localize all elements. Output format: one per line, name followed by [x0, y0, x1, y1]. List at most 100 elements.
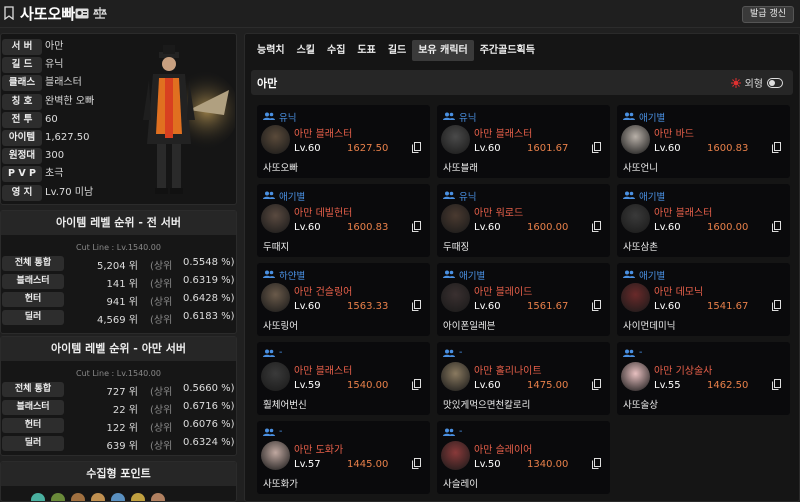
- rank-value: 141 위: [106, 279, 138, 290]
- character-card[interactable]: 유닉 아만 블래스터 Lv.60 1627.50 사또오빠: [257, 105, 430, 178]
- orpheus-star-icon[interactable]: [131, 493, 145, 501]
- character-card[interactable]: - 아만 슬레이어 Lv.50 1340.00 사슬레이: [437, 421, 610, 494]
- island-heart-icon[interactable]: [31, 493, 45, 501]
- character-avatar: [261, 362, 290, 391]
- world-tree-leaf-icon[interactable]: [151, 493, 165, 501]
- copy-icon[interactable]: [412, 142, 421, 153]
- rank-percent: 0.6428 %): [183, 293, 235, 304]
- profile-value: 300: [45, 150, 65, 162]
- character-guild: 하얀별: [279, 271, 306, 282]
- copy-icon[interactable]: [772, 379, 781, 390]
- copy-icon[interactable]: [592, 379, 601, 390]
- rank-percent: 0.6319 %): [183, 275, 235, 286]
- tab-2[interactable]: 수집: [321, 40, 351, 61]
- character-card[interactable]: 하얀별 아만 건슬링어 Lv.60 1563.33 사또링어: [257, 263, 430, 336]
- character-level: Lv.60: [654, 301, 681, 312]
- character-guild: -: [459, 347, 463, 358]
- profile-label: 전 투: [2, 111, 42, 128]
- character-level: Lv.60: [294, 301, 321, 312]
- character-avatar: [261, 204, 290, 233]
- character-card[interactable]: 애기별 아만 블래스터 Lv.60 1600.00 사또삼촌: [617, 184, 790, 257]
- character-item-level: 1600.83: [707, 143, 749, 154]
- copy-icon[interactable]: [412, 300, 421, 311]
- tab-0[interactable]: 능력치: [251, 40, 291, 61]
- character-name-label: 맛있게먹으면천칼로리: [443, 400, 531, 411]
- copy-icon[interactable]: [592, 458, 601, 469]
- giant-heart-icon[interactable]: [91, 493, 105, 501]
- copy-icon[interactable]: [772, 142, 781, 153]
- copy-icon[interactable]: [592, 221, 601, 232]
- character-card[interactable]: 애기별 아만 데모닉 Lv.60 1541.67 사이먼데미닉: [617, 263, 790, 336]
- character-card[interactable]: - 아만 도화가 Lv.57 1445.00 사또화가: [257, 421, 430, 494]
- character-card[interactable]: 유닉 아만 워로드 Lv.60 1600.00 두때징: [437, 184, 610, 257]
- character-name-label: 훨체어번신: [263, 400, 307, 411]
- rank-value: 639 위: [106, 441, 138, 452]
- character-card[interactable]: 애기별 아만 바드 Lv.60 1600.83 사또언니: [617, 105, 790, 178]
- character-card[interactable]: 애기별 아만 블레이드 Lv.60 1561.67 아이폰일레븐: [437, 263, 610, 336]
- character-level: Lv.60: [654, 143, 681, 154]
- seed-icon[interactable]: [51, 493, 65, 501]
- id-card-icon[interactable]: [75, 8, 89, 19]
- bookmark-icon[interactable]: [4, 6, 14, 20]
- copy-icon[interactable]: [772, 300, 781, 311]
- character-guild: 유닉: [459, 192, 477, 203]
- copy-icon[interactable]: [412, 379, 421, 390]
- character-item-level: 1445.00: [347, 459, 389, 470]
- character-guild: 애기별: [639, 192, 666, 203]
- character-name-label: 사슬레이: [443, 479, 478, 490]
- copy-icon[interactable]: [412, 221, 421, 232]
- character-guild: -: [639, 347, 643, 358]
- tab-3[interactable]: 도표: [351, 40, 381, 61]
- copy-icon[interactable]: [772, 221, 781, 232]
- character-level: Lv.60: [474, 301, 501, 312]
- profile-label: 아이템: [2, 130, 42, 146]
- rank-percent: 0.6076 %): [183, 419, 235, 430]
- character-level: Lv.60: [294, 222, 321, 233]
- art-icon[interactable]: [71, 493, 85, 501]
- rank-all-cutline: Cut Line : Lv.1540.00: [76, 243, 161, 252]
- character-name-label: 사또블래: [443, 163, 478, 174]
- guild-members-icon: [623, 112, 635, 120]
- character-level: Lv.59: [294, 380, 321, 391]
- guild-members-icon: [263, 191, 275, 199]
- character-card[interactable]: 유닉 아만 블래스터 Lv.60 1601.67 사또블래: [437, 105, 610, 178]
- appearance-toggle[interactable]: 외형: [730, 75, 783, 90]
- tab-1[interactable]: 스킬: [291, 40, 321, 61]
- rank-top-label: (상위: [150, 297, 173, 308]
- rank-server-title: 아이템 레벨 순위 - 아만 서버: [1, 337, 236, 361]
- copy-icon[interactable]: [592, 142, 601, 153]
- scale-icon[interactable]: [93, 6, 107, 20]
- rank-all-servers-panel: 아이템 레벨 순위 - 전 서버 Cut Line : Lv.1540.00 전…: [0, 210, 237, 334]
- character-card[interactable]: 애기별 아만 데빌헌터 Lv.60 1600.83 두때지: [257, 184, 430, 257]
- character-name-label: 사또링어: [263, 321, 298, 332]
- profile-label: 영 지: [2, 184, 42, 201]
- rank-value: 122 위: [106, 423, 138, 434]
- tab-5[interactable]: 보유 캐릭터: [412, 40, 474, 61]
- character-card[interactable]: - 아만 기상술사 Lv.55 1462.50 사또술상: [617, 342, 790, 415]
- character-item-level: 1462.50: [707, 380, 749, 391]
- rank-top-label: (상위: [150, 315, 173, 326]
- sun-icon: [730, 77, 741, 88]
- character-card[interactable]: - 아만 블래스터 Lv.59 1540.00 훨체어번신: [257, 342, 430, 415]
- rank-top-label: (상위: [150, 279, 173, 290]
- rank-top-label: (상위: [150, 423, 173, 434]
- rank-value: 4,569 위: [96, 315, 138, 326]
- copy-icon[interactable]: [412, 458, 421, 469]
- toggle-switch-icon[interactable]: [767, 77, 783, 88]
- character-card-grid: 유닉 아만 블래스터 Lv.60 1627.50 사또오빠 유닉 아만 블래스터 Lv.60 1…: [257, 105, 797, 499]
- tab-4[interactable]: 길드: [382, 40, 412, 61]
- rank-label: 전체 통합: [2, 382, 64, 397]
- tab-6[interactable]: 주간골드획득: [474, 40, 541, 61]
- copy-icon[interactable]: [592, 300, 601, 311]
- server-bar: 아만 외형: [251, 70, 793, 95]
- rank-row: 딜러 639 위 (상위 0.6324 %): [1, 435, 236, 453]
- guild-members-icon: [443, 191, 455, 199]
- refresh-button[interactable]: 발급 갱신: [742, 6, 794, 23]
- character-level: Lv.60: [474, 222, 501, 233]
- rank-percent: 0.5660 %): [183, 383, 235, 394]
- ignea-icon[interactable]: [111, 493, 125, 501]
- right-panel: 능력치 스킬 수집 도표 길드 보유 캐릭터 주간골드획득 아만 외형 유닉 아만 블래스터 L…: [244, 33, 800, 502]
- rank-label: 블래스터: [2, 274, 64, 289]
- character-card[interactable]: - 아만 홀리나이트 Lv.60 1475.00 맛있게먹으면천칼로리: [437, 342, 610, 415]
- profile-label: 길 드: [2, 57, 42, 74]
